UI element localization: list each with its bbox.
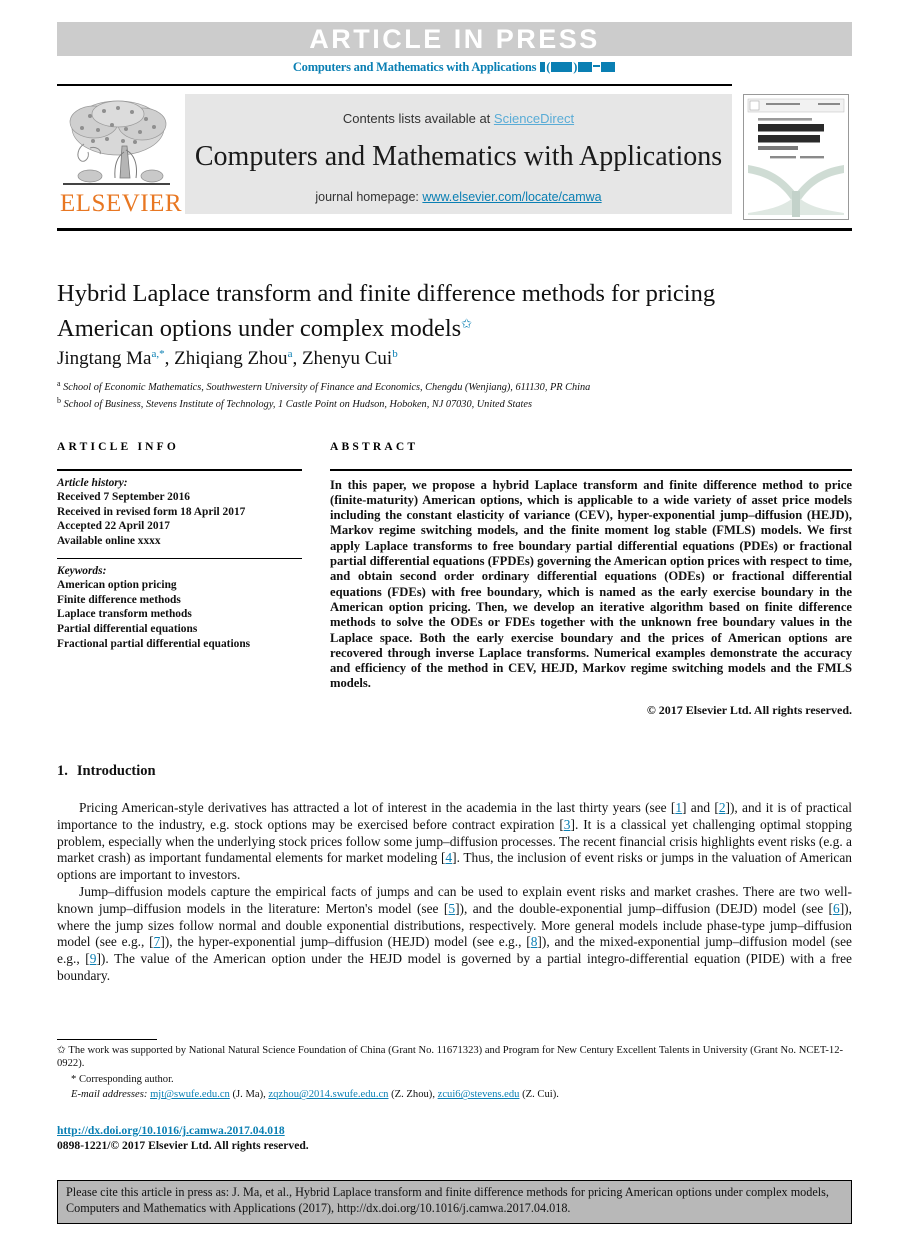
- introduction-body: Pricing American-style derivatives has a…: [57, 800, 852, 985]
- email-label: E-mail addresses:: [71, 1089, 148, 1101]
- affiliation-item: b School of Business, Stevens Institute …: [57, 394, 852, 411]
- paragraph: Pricing American-style derivatives has a…: [57, 800, 852, 884]
- email-link[interactable]: zqzhou@2014.swufe.edu.cn: [268, 1089, 388, 1100]
- abstract-column: ABSTRACT In this paper, we propose a hyb…: [330, 441, 852, 718]
- email-link[interactable]: mjt@swufe.edu.cn: [150, 1089, 230, 1100]
- article-title-text: Hybrid Laplace transform and finite diff…: [57, 280, 716, 342]
- abstract-rule: [330, 469, 852, 471]
- para-text: ] and [: [682, 800, 719, 815]
- journal-homepage-line: journal homepage: www.elsevier.com/locat…: [185, 190, 732, 204]
- homepage-prefix: journal homepage:: [315, 190, 423, 204]
- footnote-separator: [57, 1039, 157, 1040]
- info-rule-mid: [57, 557, 302, 559]
- funding-footnote-marker: ✩: [57, 1045, 66, 1056]
- para-text: ]). The value of the American option und…: [57, 951, 852, 983]
- section-number: 1.: [57, 763, 68, 779]
- article-history-label: Article history:: [57, 476, 128, 489]
- history-item: Accepted 22 April 2017: [57, 520, 170, 533]
- affiliation-list: a School of Economic Mathematics, Southw…: [57, 377, 852, 411]
- keyword-item: American option pricing: [57, 579, 177, 592]
- email-footnote: E-mail addresses: mjt@swufe.edu.cn (J. M…: [71, 1089, 559, 1101]
- funding-footnote-text: The work was supported by National Natur…: [57, 1045, 844, 1070]
- contents-lists-line: Contents lists available at ScienceDirec…: [185, 111, 732, 126]
- reference-link[interactable]: 6: [833, 901, 840, 916]
- affiliation-text: School of Business, Stevens Institute of…: [63, 399, 532, 410]
- sciencedirect-link[interactable]: ScienceDirect: [494, 111, 574, 126]
- reference-link[interactable]: 2: [719, 800, 726, 815]
- article-info-column: ARTICLE INFO Article history: Received 7…: [57, 441, 302, 651]
- email-link[interactable]: zcui6@stevens.edu: [438, 1089, 520, 1100]
- para-text: ]), and the double-exponential jump–diff…: [455, 900, 834, 916]
- author-affiliation-marker: a: [287, 348, 293, 360]
- journal-banner: Contents lists available at ScienceDirec…: [185, 94, 732, 214]
- keyword-item: Laplace transform methods: [57, 608, 192, 621]
- running-journal-title: Computers and Mathematics with Applicati…: [292, 60, 537, 74]
- abstract-text: In this paper, we propose a hybrid Lapla…: [330, 477, 852, 691]
- para-text: ]), the hyper-exponential jump–diffusion…: [160, 934, 531, 950]
- journal-title: Computers and Mathematics with Applicati…: [194, 141, 723, 172]
- corresponding-author-marker: *: [71, 1073, 77, 1085]
- author-affiliation-marker: b: [392, 348, 398, 360]
- history-item: Received in revised form 18 April 2017: [57, 505, 246, 518]
- cite-this-article-text: Please cite this article in press as: J.…: [66, 1185, 829, 1215]
- issn-copyright-line: 0898-1221/© 2017 Elsevier Ltd. All right…: [57, 1139, 309, 1152]
- info-rule-top: [57, 469, 302, 471]
- paper-page: ARTICLE IN PRESS Computers and Mathemati…: [0, 0, 907, 1238]
- funding-footnote: ✩ The work was supported by National Nat…: [57, 1044, 852, 1071]
- contents-lists-prefix: Contents lists available at: [342, 111, 494, 126]
- history-item: Available online xxxx: [57, 534, 161, 547]
- journal-homepage-link[interactable]: www.elsevier.com/locate/camwa: [422, 190, 601, 204]
- article-info-heading: ARTICLE INFO: [57, 441, 180, 453]
- elsevier-wordmark: ELSEVIER: [60, 190, 183, 217]
- author-name: Zhiqiang Zhou: [174, 348, 288, 369]
- email-owner: (J. Ma): [232, 1089, 264, 1101]
- affiliation-marker: b: [57, 396, 61, 405]
- elsevier-tree-icon: [60, 94, 173, 190]
- keywords-label: Keywords:: [57, 564, 107, 577]
- page-title: Hybrid Laplace transform and finite diff…: [57, 279, 757, 344]
- affiliation-item: a School of Economic Mathematics, Southw…: [57, 377, 852, 394]
- masthead-bottom-rule: [57, 228, 852, 231]
- doi-link[interactable]: http://dx.doi.org/10.1016/j.camwa.2017.0…: [57, 1124, 285, 1137]
- footnote-block: ✩ The work was supported by National Nat…: [57, 1044, 852, 1102]
- title-footnote-marker: ✩: [461, 316, 473, 331]
- journal-masthead: ELSEVIER Contents lists available at Sci…: [57, 84, 852, 226]
- corresponding-author-text: Corresponding author.: [78, 1073, 174, 1085]
- email-owner: (Z. Zhou): [391, 1089, 433, 1101]
- article-in-press-bar: ARTICLE IN PRESS: [57, 22, 852, 56]
- author-name: Jingtang Ma: [57, 348, 152, 369]
- email-owner: (Z. Cui): [522, 1089, 557, 1101]
- affiliation-text: School of Economic Mathematics, Southwes…: [63, 382, 591, 393]
- paragraph: Jump–diffusion models capture the empiri…: [57, 884, 852, 985]
- keywords-block: Keywords: American option pricing Finite…: [57, 564, 302, 652]
- journal-cover-thumbnail: [743, 94, 849, 220]
- section-title: Introduction: [76, 763, 156, 779]
- article-in-press-label: ARTICLE IN PRESS: [309, 24, 600, 54]
- cite-this-article-box: Please cite this article in press as: J.…: [57, 1180, 852, 1224]
- abstract-copyright: © 2017 Elsevier Ltd. All rights reserved…: [646, 702, 852, 717]
- running-journal-citation: Computers and Mathematics with Applicati…: [57, 60, 852, 75]
- affiliation-marker: a: [57, 379, 61, 388]
- section-heading-introduction: 1. Introduction: [57, 763, 156, 780]
- author-name: Zhenyu Cui: [301, 348, 393, 369]
- volume-placeholder: (): [539, 60, 616, 74]
- author-affiliation-marker: a,*: [151, 348, 165, 360]
- keyword-item: Finite difference methods: [57, 593, 181, 606]
- corresponding-author-footnote: * Corresponding author.: [57, 1073, 852, 1086]
- history-item: Received 7 September 2016: [57, 491, 190, 504]
- elsevier-logo: ELSEVIER: [60, 94, 183, 219]
- article-history-block: Article history: Received 7 September 20…: [57, 476, 302, 549]
- masthead-top-rule: [57, 84, 732, 86]
- keyword-item: Fractional partial differential equation…: [57, 637, 251, 650]
- para-text: Pricing American-style derivatives has a…: [79, 800, 676, 815]
- abstract-heading: ABSTRACT: [330, 441, 419, 453]
- author-list: Jingtang Maa,*, Zhiqiang Zhoua, Zhenyu C…: [57, 348, 398, 369]
- keyword-item: Partial differential equations: [57, 622, 198, 635]
